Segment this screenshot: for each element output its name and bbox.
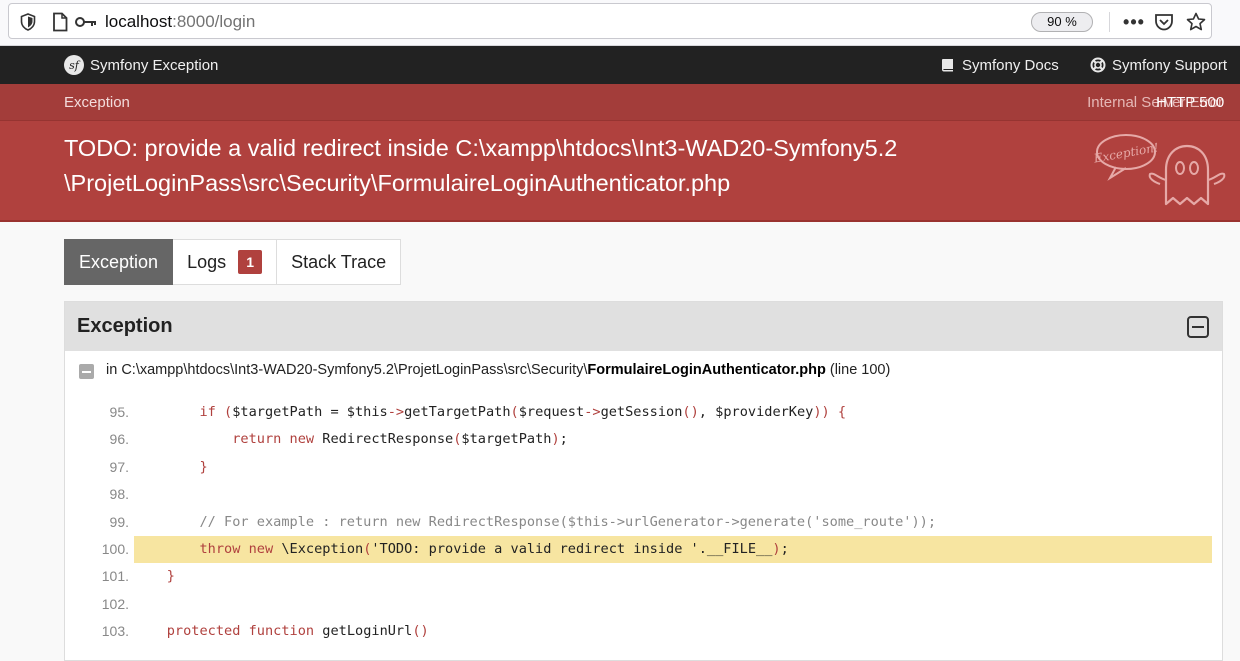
code-text: } (166, 568, 175, 585)
page-icon (47, 4, 73, 40)
tab-logs-label: Logs (187, 251, 227, 272)
tab-exception[interactable]: Exception (64, 239, 174, 285)
code-text: } (199, 458, 208, 475)
url-text[interactable]: localhost:8000/login (105, 4, 255, 40)
line-number: 99. (109, 513, 129, 530)
http-status-code: HTTP 500 (1156, 94, 1225, 111)
trace-line-info: (line 100) (825, 362, 891, 378)
tab-stack-trace-label: Stack Trace (291, 251, 387, 272)
trace-file-path: in C:\xampp\htdocs\Int3-WAD20-Symfony5.2… (106, 351, 890, 389)
tab-exception-label: Exception (79, 251, 159, 272)
more-options-icon[interactable]: ••• (1119, 4, 1149, 40)
code-line: 101. } (65, 563, 1222, 590)
code-text: protected function getLoginUrl() (166, 623, 429, 640)
http-status: HTTP 500 Internal Server Error (1087, 84, 1224, 121)
line-number: 97. (109, 458, 129, 475)
exception-message-line-1: TODO: provide a valid redirect inside C:… (64, 135, 898, 161)
trace-location: in C:\xampp\htdocs\Int3-WAD20-Symfony5.2… (65, 351, 1222, 389)
code-line: 103. protected function getLoginUrl() (65, 618, 1222, 645)
symfony-brand: sf Symfony Exception (64, 46, 218, 84)
exception-panel-title: Exception (77, 315, 173, 337)
exception-message-line-2: \ProjetLoginPass\src\Security\Formulaire… (64, 170, 731, 196)
code-line: 98. (65, 481, 1222, 508)
code-line: 95. if ($targetPath = $this->getTargetPa… (65, 399, 1222, 426)
line-number: 102. (101, 595, 129, 612)
logs-count-badge: 1 (238, 250, 263, 274)
browser-toolbar: localhost:8000/login 90 % ••• (0, 0, 1240, 46)
tab-bar: Exception Logs 1 Stack Trace (64, 239, 402, 285)
code-line: 97. } (65, 454, 1222, 481)
tab-stack-trace[interactable]: Stack Trace (277, 239, 402, 285)
collapse-trace-icon[interactable] (79, 364, 94, 379)
symfony-topbar: sf Symfony Exception Symfony Docs Symfon… (0, 46, 1240, 84)
line-number: 103. (101, 623, 129, 640)
key-icon[interactable] (73, 4, 99, 40)
code-text: if ($targetPath = $this->getTargetPath($… (199, 404, 847, 420)
code-line: 99. // For example : return new Redirect… (65, 509, 1222, 536)
line-number: 95. (109, 404, 129, 420)
symfony-support-label: Symfony Support (1112, 56, 1228, 74)
bookmark-star-icon[interactable] (1181, 4, 1211, 40)
code-line: 102. (65, 591, 1222, 618)
code-line-highlighted: 100. throw new \Exception('TODO: provide… (65, 535, 1222, 564)
source-code-excerpt: 95. if ($targetPath = $this->getTargetPa… (65, 399, 1222, 646)
exception-meta-bar: Exception HTTP 500 Internal Server Error (0, 84, 1240, 121)
symfony-docs-label: Symfony Docs (962, 56, 1059, 74)
symfony-logo-icon: sf (64, 55, 84, 75)
trace-path-prefix: in C:\xampp\htdocs\Int3-WAD20-Symfony5.2… (106, 362, 588, 378)
symfony-docs-link[interactable]: Symfony Docs (940, 46, 1059, 84)
exception-panel-header[interactable]: Exception (65, 302, 1222, 351)
divider (1109, 12, 1110, 32)
trace-file-name: FormulaireLoginAuthenticator.php (587, 362, 826, 378)
exception-message: TODO: provide a valid redirect inside C:… (64, 131, 964, 201)
code-line: 96. return new RedirectResponse($targetP… (65, 426, 1222, 453)
lifebuoy-icon (1090, 57, 1106, 73)
book-icon (942, 59, 953, 72)
code-text: throw new \Exception('TODO: provide a va… (134, 535, 1212, 564)
line-number: 98. (109, 486, 129, 503)
line-number: 100. (101, 540, 129, 557)
exception-label: Exception (64, 94, 130, 111)
symfony-support-link[interactable]: Symfony Support (1090, 46, 1227, 84)
pocket-icon[interactable] (1149, 4, 1179, 40)
address-bar[interactable]: localhost:8000/login 90 % ••• (8, 3, 1212, 39)
exception-header: Exception HTTP 500 Internal Server Error… (0, 84, 1240, 222)
code-text: // For example : return new RedirectResp… (134, 513, 937, 530)
brand-title: Symfony Exception (90, 56, 219, 74)
tab-logs[interactable]: Logs 1 (173, 239, 278, 285)
shield-icon[interactable] (15, 4, 41, 40)
exception-panel: Exception in C:\xampp\htdocs\Int3-WAD20-… (64, 301, 1223, 661)
code-text: return new RedirectResponse($targetPath)… (232, 431, 568, 448)
line-number: 96. (109, 431, 129, 448)
collapse-panel-icon[interactable] (1187, 316, 1209, 338)
line-number: 101. (101, 568, 129, 585)
zoom-level-badge[interactable]: 90 % (1031, 12, 1093, 32)
exception-ghost-illustration: Exception! (1094, 134, 1226, 206)
